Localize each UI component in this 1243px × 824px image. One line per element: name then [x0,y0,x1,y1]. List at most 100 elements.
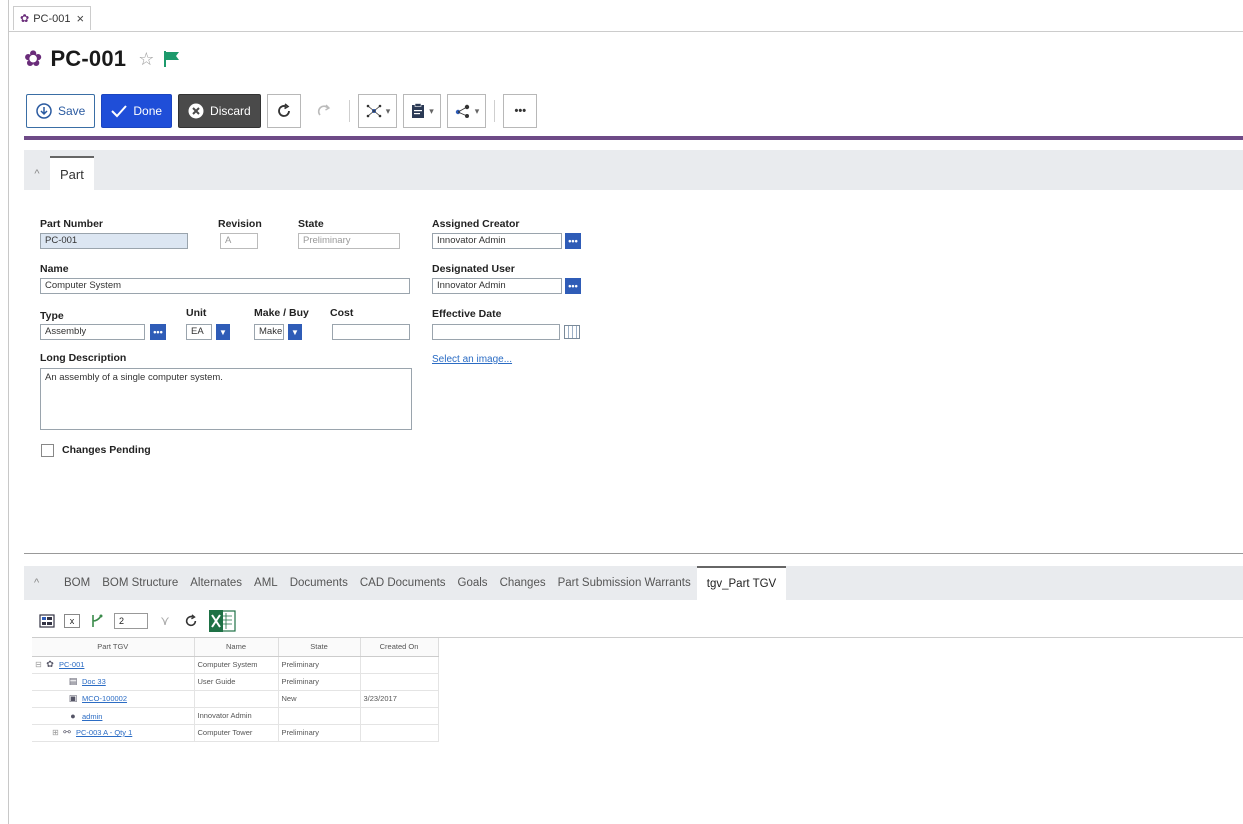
checkmark-icon [111,105,128,118]
item-toolbar: Save Done Discard ▾ ▾ ▾ ••• [24,88,1240,134]
name-field[interactable]: Computer System [40,278,410,294]
discard-label: Discard [210,104,251,118]
chevron-down-icon: ▾ [429,105,434,116]
favorite-star-icon[interactable]: ☆ [138,49,154,70]
row-state [278,707,361,725]
tab-tgv-part-tgv[interactable]: tgv_Part TGV [696,566,787,600]
table-row[interactable]: ▤ Doc 33 User Guide Preliminary [32,673,439,691]
tab-part-submission-warrants[interactable]: Part Submission Warrants [552,566,697,600]
share-nodes-icon [455,104,469,118]
tree-grid: Part TGV Name State Created On ⊟ ✿ PC-001 … [32,637,1243,749]
row-link[interactable]: MCO-100002 [82,694,127,703]
flag-icon[interactable] [162,49,184,69]
changes-pending-checkbox[interactable] [41,444,54,457]
designated-user-picker-button[interactable]: ••• [565,278,581,294]
filter-icon[interactable]: ⋎ [156,612,174,630]
tab-cad-documents[interactable]: CAD Documents [354,566,452,600]
page-title: PC-001 [50,46,127,71]
part-number-field[interactable]: PC-001 [40,233,188,249]
calendar-icon[interactable] [564,325,580,339]
table-row[interactable]: ● admin Innovator Admin [32,707,439,725]
tab-part[interactable]: Part [50,156,94,190]
tab-goals[interactable]: Goals [452,566,494,600]
assigned-creator-picker-button[interactable]: ••• [565,233,581,249]
branch-icon[interactable] [88,612,106,630]
column-header-part-tgv[interactable]: Part TGV [32,638,195,657]
row-link[interactable]: Doc 33 [82,677,106,686]
type-label: Type [40,310,64,322]
row-link[interactable]: PC-001 [59,660,84,669]
bom-link-icon: ⚯ [63,727,71,737]
relationship-tabs: ^ BOM BOM Structure Alternates AML Docum… [24,566,1243,600]
grid-header-row: Part TGV Name State Created On [32,638,439,657]
row-name: User Guide [194,673,279,691]
collapse-chevron-icon[interactable]: ^ [34,577,58,589]
effective-date-field[interactable] [432,324,560,340]
tab-changes[interactable]: Changes [494,566,552,600]
column-header-created-on[interactable]: Created On [360,638,439,657]
long-description-field[interactable]: An assembly of a single computer system. [40,368,412,430]
refresh-icon[interactable] [182,612,200,630]
tab-bom-structure[interactable]: BOM Structure [96,566,184,600]
type-field[interactable]: Assembly [40,324,145,340]
form-section-header: ^ Part [24,150,1243,190]
discard-button[interactable]: Discard [178,94,261,128]
long-description-label: Long Description [40,352,127,364]
row-created [360,724,439,742]
redo-icon [317,104,330,116]
state-field: Preliminary [298,233,400,249]
row-link[interactable]: admin [82,712,102,721]
expand-toggle-icon[interactable]: ⊞ [52,728,62,737]
share-menu-button[interactable]: ▾ [446,94,487,128]
select-image-link[interactable]: Select an image... [432,354,512,365]
row-name: Computer Tower [194,724,279,742]
cost-label: Cost [330,307,354,319]
column-header-state[interactable]: State [278,638,361,657]
grid-toolbar: x 2 ⋎ [38,608,236,634]
excel-export-icon[interactable] [208,609,236,633]
tab-documents[interactable]: Documents [284,566,354,600]
tab-aml[interactable]: AML [248,566,284,600]
refresh-button[interactable] [266,94,301,128]
type-picker-button[interactable]: ••• [150,324,166,340]
tree-grid-table: Part TGV Name State Created On ⊟ ✿ PC-001 … [32,638,439,742]
assigned-creator-field[interactable]: Innovator Admin [432,233,562,249]
close-tab-icon[interactable]: × [77,11,85,26]
tree-grid-view-icon[interactable] [38,612,56,630]
table-row[interactable]: ⊞ ⚯ PC-003 A - Qty 1 Computer Tower Prelim… [32,724,439,742]
collapse-chevron-icon[interactable]: ^ [24,168,50,180]
expand-toggle-icon[interactable]: ⊟ [35,660,45,669]
state-label: State [298,218,324,230]
redo-button[interactable] [306,94,341,128]
part-number-label: Part Number [40,218,104,230]
tab-bom[interactable]: BOM [58,566,96,600]
table-row[interactable]: ⊟ ✿ PC-001 Computer System Preliminary [32,656,439,674]
level-input[interactable]: 2 [114,613,148,629]
cost-field[interactable] [332,324,410,340]
export-grid-icon[interactable]: x [64,614,80,628]
save-button[interactable]: Save [26,94,96,128]
unit-select[interactable]: EA [186,324,212,340]
column-header-name[interactable]: Name [194,638,279,657]
row-name: Computer System [194,656,279,674]
unit-dropdown-arrow-icon[interactable]: ▼ [216,324,230,340]
row-created [360,673,439,691]
tab-pc-001[interactable]: ✿ PC-001 × [13,6,92,30]
designated-user-field[interactable]: Innovator Admin [432,278,562,294]
tab-alternates[interactable]: Alternates [184,566,248,600]
row-created [360,656,439,674]
panel-divider [24,553,1243,554]
refresh-icon [277,103,290,117]
more-actions-button[interactable]: ••• [503,94,538,128]
make-buy-select[interactable]: Make [254,324,284,340]
structure-menu-button[interactable]: ▾ [357,94,398,128]
part-gear-icon: ✿ [24,46,43,71]
toolbar-separator [348,100,350,122]
row-name: Innovator Admin [194,707,279,725]
clipboard-menu-button[interactable]: ▾ [403,94,441,128]
table-row[interactable]: ▣ MCO-100002 New 3/23/2017 [32,690,439,708]
row-state: New [278,690,361,708]
done-button[interactable]: Done [101,94,173,128]
make-buy-dropdown-arrow-icon[interactable]: ▼ [288,324,302,340]
row-link[interactable]: PC-003 A - Qty 1 [76,728,132,737]
